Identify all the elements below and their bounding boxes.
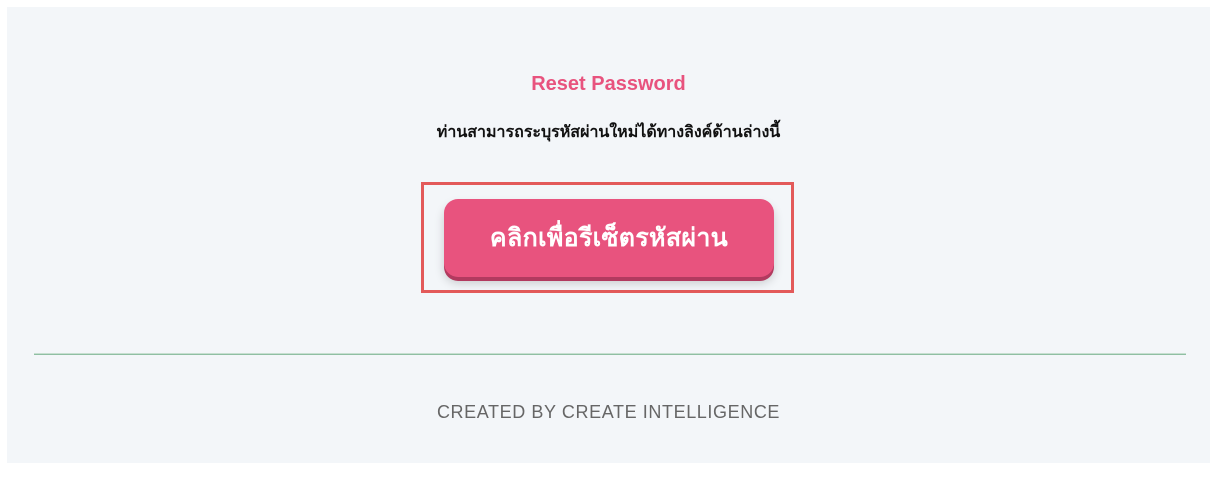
footer-credit: CREATED BY CREATE INTELLIGENCE <box>436 402 781 422</box>
reset-instructions: ท่านสามารถระบุรหัสผ่านใหม่ได้ทางลิงค์ด้า… <box>436 124 781 141</box>
page-title: Reset Password <box>531 73 686 95</box>
reset-password-button[interactable]: คลิกเพื่อรีเซ็ตรหัสผ่าน <box>444 199 774 277</box>
divider <box>34 353 1186 355</box>
